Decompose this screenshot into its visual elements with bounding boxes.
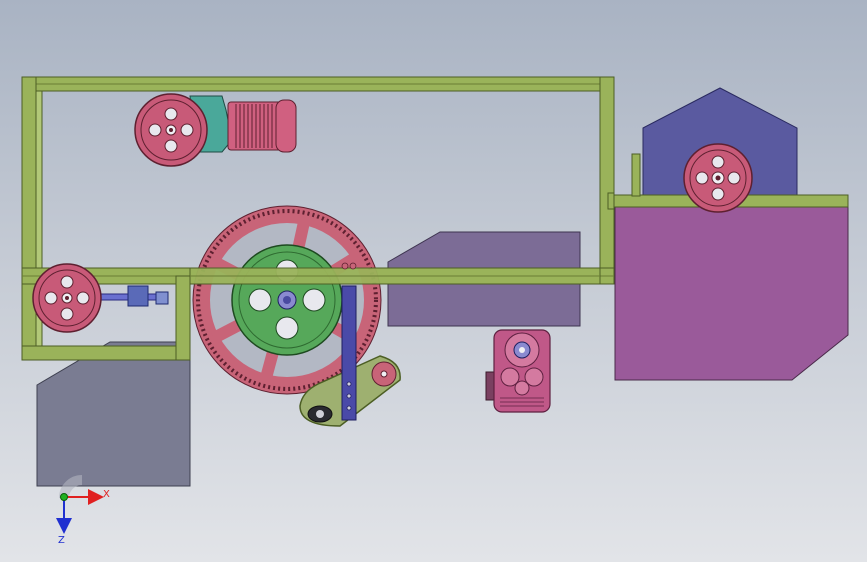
lower-left-hopper-block bbox=[36, 341, 191, 487]
mechanical-assembly-drawing: X Z bbox=[21, 76, 849, 546]
orientation-triad: X Z bbox=[56, 475, 110, 546]
blue-tension-arm bbox=[341, 285, 357, 421]
top-drive-pulley bbox=[134, 93, 208, 167]
left-pulley bbox=[32, 263, 102, 333]
green-pulley-wheel bbox=[231, 244, 343, 356]
right-purple-hopper bbox=[614, 204, 849, 381]
central-gear-reducer bbox=[485, 329, 551, 413]
left-shaft-assembly bbox=[94, 285, 169, 307]
right-pulley bbox=[683, 143, 753, 213]
x-axis-label: X bbox=[103, 489, 110, 500]
z-axis-label: Z bbox=[58, 535, 65, 546]
